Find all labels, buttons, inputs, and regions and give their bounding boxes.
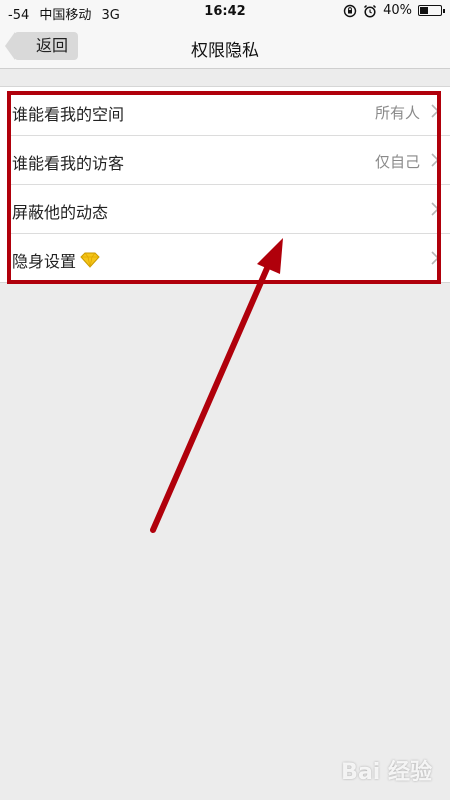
settings-row-who-can-view-space[interactable]: 谁能看我的空间 所有人 (10, 87, 450, 136)
chevron-right-icon (431, 153, 440, 167)
chevron-right-icon (431, 251, 440, 265)
row-label-text: 隐身设置 (12, 252, 77, 271)
status-right: 40% (343, 3, 445, 18)
settings-row-block-updates[interactable]: 屏蔽他的动态 (10, 185, 450, 234)
privacy-settings-list: 谁能看我的空间 所有人 谁能看我的访客 仅自己 屏蔽他的动态 隐身设置 (0, 86, 450, 283)
row-label-text: 谁能看我的空间 (12, 105, 125, 124)
row-label: 隐身设置 (12, 248, 100, 272)
battery-fill (420, 7, 428, 14)
alarm-icon (364, 4, 377, 18)
row-value: 仅自己 (374, 153, 420, 171)
row-label: 谁能看我的访客 (12, 150, 124, 174)
settings-row-invisible-mode[interactable]: 隐身设置 (10, 234, 450, 282)
row-label-text: 谁能看我的访客 (12, 154, 125, 173)
chevron-right-icon (431, 104, 440, 118)
battery-icon (418, 5, 445, 16)
baidu-jingyan-watermark: Bai 经验 (341, 760, 432, 785)
chevron-right-icon (431, 202, 440, 216)
navigation-bar: 返回 权限隐私 (0, 24, 450, 69)
diamond-icon (80, 252, 100, 268)
row-label-text: 屏蔽他的动态 (12, 203, 109, 222)
row-label: 谁能看我的空间 (12, 101, 124, 125)
status-bar: -54 中国移动 3G 16:42 40% (0, 0, 450, 24)
settings-row-who-can-view-visitors[interactable]: 谁能看我的访客 仅自己 (10, 136, 450, 185)
battery-percent: 40% (383, 3, 412, 18)
row-label: 屏蔽他的动态 (12, 199, 108, 223)
rotation-lock-icon (343, 4, 357, 17)
row-value: 所有人 (374, 104, 420, 122)
page-title: 权限隐私 (191, 41, 259, 61)
